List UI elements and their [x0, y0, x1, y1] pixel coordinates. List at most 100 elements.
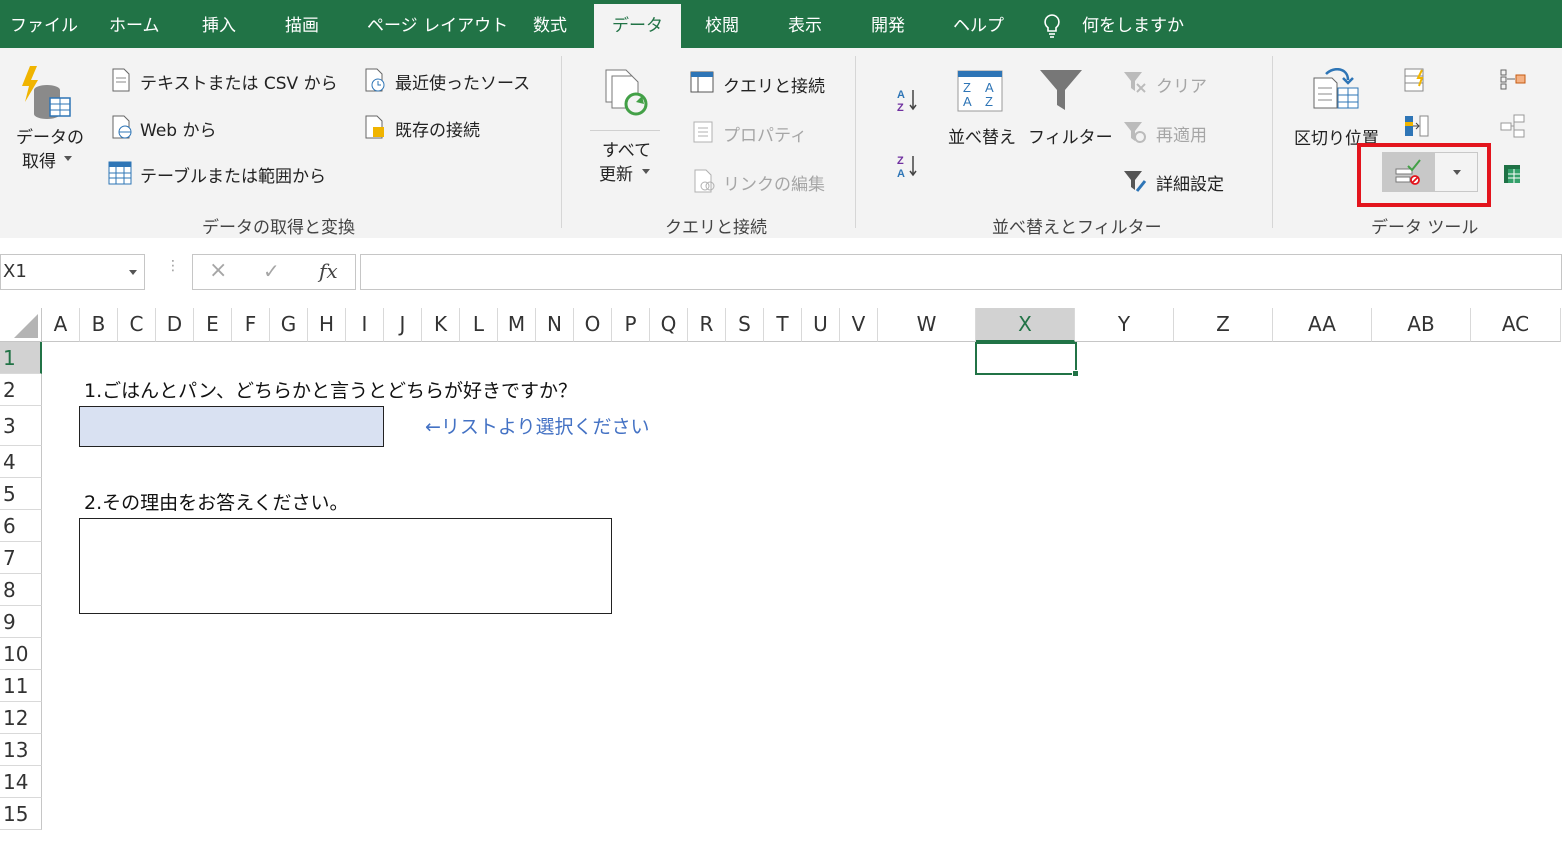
- column-header-b[interactable]: B: [80, 308, 118, 342]
- reapply-button[interactable]: 再適用: [1156, 121, 1207, 146]
- name-box[interactable]: X1: [0, 254, 145, 290]
- row-header-15[interactable]: 15: [0, 798, 42, 830]
- tab-draw[interactable]: 描画: [285, 0, 319, 48]
- row-header-1[interactable]: 1: [0, 342, 42, 374]
- insert-function-button[interactable]: fx: [319, 259, 338, 283]
- column-header-e[interactable]: E: [194, 308, 232, 342]
- column-header-j[interactable]: J: [384, 308, 422, 342]
- column-header-u[interactable]: U: [802, 308, 840, 342]
- tab-insert[interactable]: 挿入: [202, 0, 236, 48]
- row-number: 10: [3, 642, 29, 666]
- column-header-f[interactable]: F: [232, 308, 270, 342]
- column-header-g[interactable]: G: [270, 308, 308, 342]
- column-header-k[interactable]: K: [422, 308, 460, 342]
- refresh-all-label-2[interactable]: 更新: [599, 160, 633, 185]
- edit-links-button[interactable]: リンクの編集: [723, 170, 825, 195]
- tab-review[interactable]: 校閲: [705, 0, 739, 48]
- row-number: 4: [3, 450, 16, 474]
- enter-icon[interactable]: ✓: [263, 259, 280, 283]
- chevron-down-icon: [129, 270, 137, 275]
- column-header-t[interactable]: T: [764, 308, 802, 342]
- row-header-12[interactable]: 12: [0, 702, 42, 734]
- recent-sources-button[interactable]: 最近使ったソース: [395, 69, 530, 94]
- tab-help[interactable]: ヘルプ: [953, 0, 1004, 48]
- row-header-11[interactable]: 11: [0, 670, 42, 702]
- answer-1-cell[interactable]: [79, 406, 384, 447]
- row-header-4[interactable]: 4: [0, 446, 42, 478]
- column-header-z[interactable]: Z: [1174, 308, 1273, 342]
- row-header-9[interactable]: 9: [0, 606, 42, 638]
- column-header-p[interactable]: P: [612, 308, 650, 342]
- row-header-10[interactable]: 10: [0, 638, 42, 670]
- refresh-all-button[interactable]: すべて: [602, 136, 651, 161]
- column-header-l[interactable]: L: [460, 308, 498, 342]
- cancel-icon[interactable]: ×: [209, 258, 227, 283]
- more-options-icon[interactable]: ⋮: [166, 259, 180, 273]
- consolidate-icon: [1500, 69, 1526, 90]
- row-number: 13: [3, 738, 29, 762]
- column-header-w[interactable]: W: [878, 308, 976, 342]
- column-header-q[interactable]: Q: [650, 308, 688, 342]
- filter-button[interactable]: フィルター: [1028, 123, 1113, 148]
- clear-filter-icon: [1124, 72, 1146, 93]
- active-cell-x1[interactable]: [975, 342, 1079, 377]
- refresh-all-icon: [605, 69, 648, 116]
- column-header-i[interactable]: I: [346, 308, 384, 342]
- row-header-5[interactable]: 5: [0, 478, 42, 510]
- get-data-button[interactable]: データの: [16, 123, 84, 148]
- tab-developer[interactable]: 開発: [871, 0, 905, 48]
- row-header-3[interactable]: 3: [0, 406, 42, 446]
- column-header-aa[interactable]: AA: [1273, 308, 1372, 342]
- from-text-csv-button[interactable]: テキストまたは CSV から: [140, 69, 338, 94]
- column-header-r[interactable]: R: [688, 308, 726, 342]
- from-table-button[interactable]: テーブルまたは範囲から: [140, 162, 326, 187]
- row-header-13[interactable]: 13: [0, 734, 42, 766]
- clear-button[interactable]: クリア: [1156, 72, 1207, 97]
- tab-formulas[interactable]: 数式: [533, 0, 567, 48]
- row-header-6[interactable]: 6: [0, 510, 42, 542]
- queries-connections-button[interactable]: クエリと接続: [723, 72, 825, 97]
- column-header-d[interactable]: D: [156, 308, 194, 342]
- column-header-v[interactable]: V: [840, 308, 878, 342]
- row-header-7[interactable]: 7: [0, 542, 42, 574]
- svg-text:A: A: [985, 80, 994, 95]
- question-2: 2.その理由をお答えください。: [84, 492, 349, 514]
- column-header-ab[interactable]: AB: [1372, 308, 1471, 342]
- existing-connections-button[interactable]: 既存の接続: [395, 116, 480, 141]
- fill-handle[interactable]: [1072, 370, 1079, 377]
- column-header-c[interactable]: C: [118, 308, 156, 342]
- question-1: 1.ごはんとパン、どちらかと言うとどちらが好きですか？: [84, 380, 577, 402]
- column-header-a[interactable]: A: [42, 308, 80, 342]
- queries-connections-icon: [690, 71, 714, 93]
- tab-view[interactable]: 表示: [788, 0, 822, 48]
- tab-file[interactable]: ファイル: [10, 0, 78, 48]
- sort-button[interactable]: 並べ替え: [948, 123, 1016, 148]
- column-header-o[interactable]: O: [574, 308, 612, 342]
- column-header-x[interactable]: X: [976, 308, 1075, 342]
- row-header-14[interactable]: 14: [0, 766, 42, 798]
- advanced-button[interactable]: 詳細設定: [1156, 170, 1224, 195]
- row-header-2[interactable]: 2: [0, 374, 42, 406]
- ribbon-data: データの 取得 テキストまたは CSV から Web から テーブルまたは範囲か…: [0, 48, 1562, 239]
- select-all-corner[interactable]: [0, 308, 42, 342]
- formula-input[interactable]: [360, 254, 1562, 290]
- get-data-label-2[interactable]: 取得: [22, 147, 56, 172]
- svg-text:A: A: [963, 94, 972, 109]
- row-header-8[interactable]: 8: [0, 574, 42, 606]
- tab-data[interactable]: データ: [594, 4, 681, 48]
- column-header-m[interactable]: M: [498, 308, 536, 342]
- properties-button[interactable]: プロパティ: [723, 121, 807, 146]
- column-header-ac[interactable]: AC: [1471, 308, 1561, 342]
- column-header-n[interactable]: N: [536, 308, 574, 342]
- answer-2-cell[interactable]: [79, 518, 612, 614]
- from-web-button[interactable]: Web から: [140, 116, 216, 141]
- group-label-get-transform: データの取得と変換: [202, 218, 355, 238]
- column-header-s[interactable]: S: [726, 308, 764, 342]
- column-header-y[interactable]: Y: [1075, 308, 1174, 342]
- tab-home[interactable]: ホーム: [109, 0, 160, 48]
- web-icon: [112, 115, 132, 139]
- formula-buttons: × ✓ fx: [192, 254, 356, 290]
- column-header-h[interactable]: H: [308, 308, 346, 342]
- tab-page-layout[interactable]: ページ レイアウト: [367, 0, 508, 48]
- data-model-icon: [1504, 165, 1520, 183]
